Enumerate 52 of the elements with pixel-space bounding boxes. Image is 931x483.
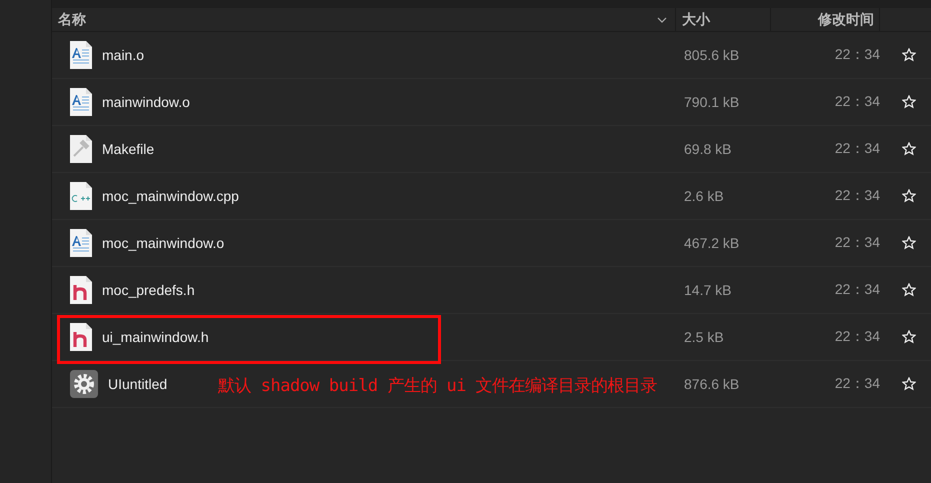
file-row[interactable]: main.o 805.6 kB 22：34 <box>52 32 931 79</box>
file-size: 69.8 kB <box>684 141 732 157</box>
modified-time: 22：34 <box>834 46 880 62</box>
star-icon[interactable] <box>902 189 916 203</box>
file-name[interactable]: Makefile <box>102 141 154 157</box>
column-header[interactable]: 修改时间 <box>818 10 874 28</box>
hammer-document-icon <box>69 134 93 164</box>
modified-time: 22：34 <box>834 375 880 391</box>
modified-time: 22：34 <box>834 187 880 203</box>
file-size: 790.1 kB <box>684 94 740 110</box>
file-row[interactable]: moc_predefs.h 14.7 kB 22：34 <box>52 267 931 314</box>
document-icon <box>69 87 93 117</box>
star-icon[interactable] <box>902 142 916 156</box>
file-size: 467.2 kB <box>684 235 740 251</box>
file-name[interactable]: moc_mainwindow.o <box>102 235 224 251</box>
modified-time: 22：34 <box>834 93 880 109</box>
file-size: 876.6 kB <box>684 376 740 392</box>
header-file-icon <box>69 275 93 305</box>
file-size: 805.6 kB <box>684 47 740 63</box>
modified-time: 22：34 <box>834 140 880 156</box>
modified-time: 22：34 <box>834 281 880 297</box>
column-header[interactable]: 大小 <box>682 10 710 26</box>
chevron-down-icon[interactable] <box>657 16 667 22</box>
file-name[interactable]: moc_mainwindow.cpp <box>102 188 239 204</box>
file-name[interactable]: UIuntitled <box>108 376 168 392</box>
file-size: 14.7 kB <box>684 282 732 298</box>
file-name[interactable]: ui_mainwindow.h <box>102 329 209 345</box>
star-icon[interactable] <box>902 95 916 109</box>
file-name[interactable]: mainwindow.o <box>102 94 190 110</box>
modified-time: 22：34 <box>834 328 880 344</box>
file-size: 2.6 kB <box>684 188 724 204</box>
header-file-icon <box>69 322 93 352</box>
file-name[interactable]: main.o <box>102 47 144 63</box>
column-header[interactable]: 名称 <box>58 10 86 28</box>
star-icon[interactable] <box>902 48 916 62</box>
star-icon[interactable] <box>902 377 916 391</box>
file-name[interactable]: moc_predefs.h <box>102 282 195 298</box>
star-icon[interactable] <box>902 330 916 344</box>
document-icon <box>69 228 93 258</box>
star-icon[interactable] <box>902 236 916 250</box>
cpp-file-icon <box>69 181 93 211</box>
file-row[interactable]: Makefile 69.8 kB 22：34 <box>52 126 931 173</box>
file-size: 2.5 kB <box>684 329 724 345</box>
gear-icon <box>69 369 99 399</box>
file-row[interactable]: ui_mainwindow.h 2.5 kB 22：34 <box>52 314 931 361</box>
document-icon <box>69 40 93 70</box>
star-icon[interactable] <box>902 283 916 297</box>
file-row[interactable]: mainwindow.o 790.1 kB 22：34 <box>52 79 931 126</box>
modified-time: 22：34 <box>834 234 880 250</box>
annotation-text: 默认 shadow build 产生的 ui 文件在编译目录的根目录 <box>218 375 658 397</box>
file-row[interactable]: moc_mainwindow.o 467.2 kB 22：34 <box>52 220 931 267</box>
file-row[interactable]: moc_mainwindow.cpp 2.6 kB 22：34 <box>52 173 931 220</box>
